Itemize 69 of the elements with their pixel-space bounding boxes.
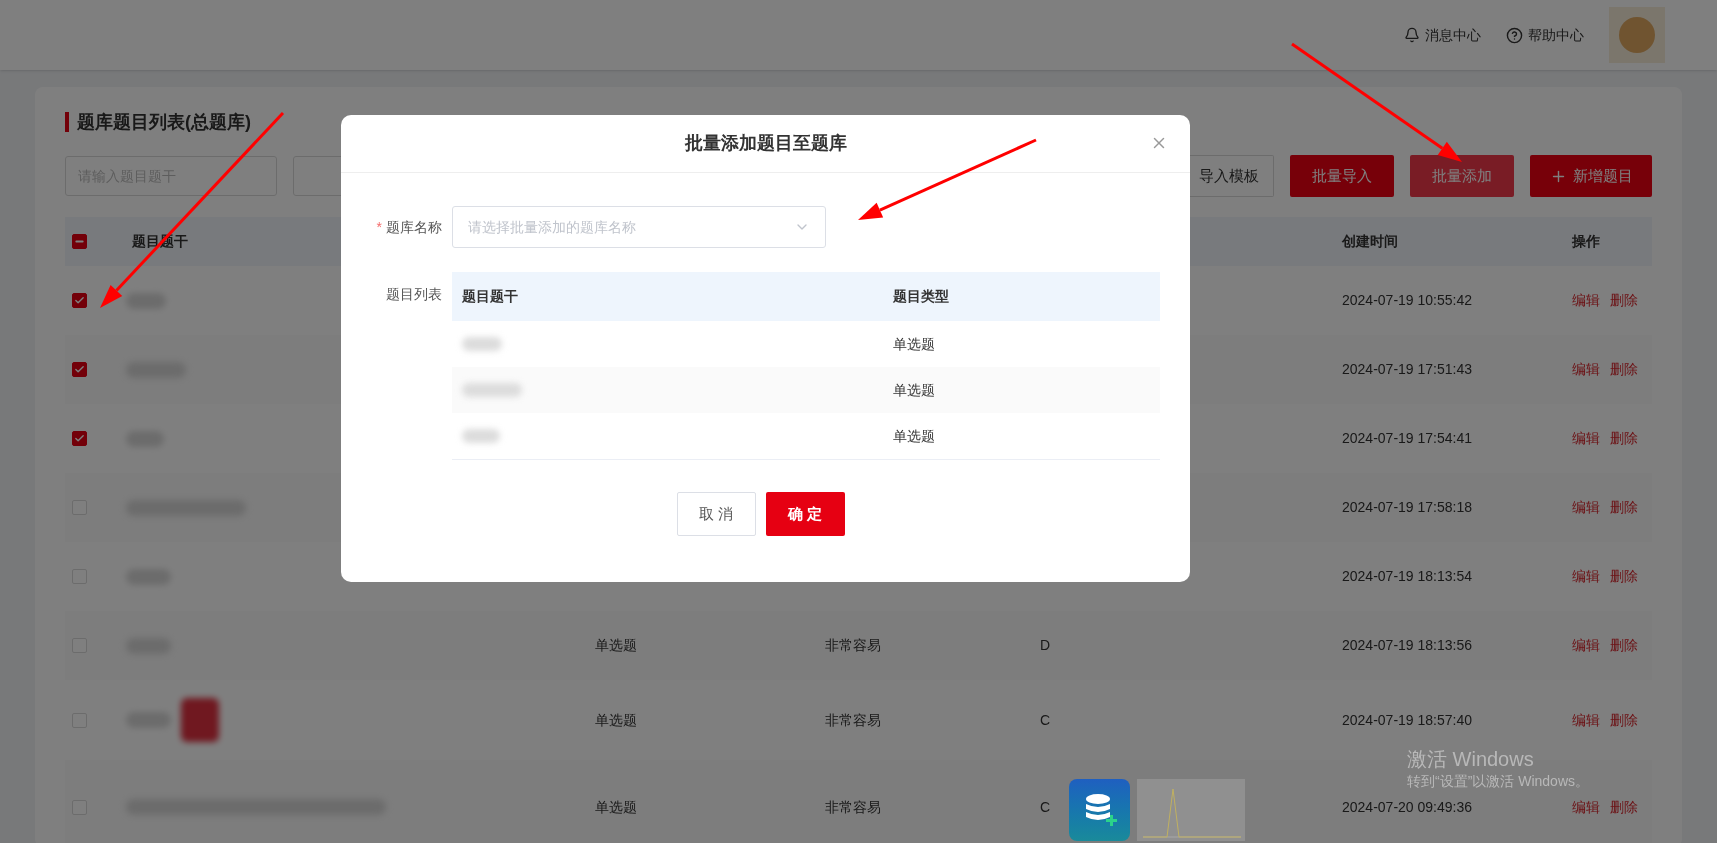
table-cell-text: C	[1039, 797, 1051, 817]
delete-link[interactable]: 删除	[1610, 566, 1638, 587]
table-cell-text: 2024-07-19 17:51:43	[1341, 360, 1472, 379]
table-cell-text: D	[1039, 636, 1051, 655]
edit-link[interactable]: 编辑	[1572, 796, 1600, 818]
table-cell-text: 单选题	[892, 380, 935, 400]
field-label: 题库名称	[386, 217, 442, 237]
delete-link[interactable]: 删除	[1610, 290, 1638, 311]
edit-link[interactable]: 编辑	[1572, 497, 1600, 518]
checkbox[interactable]	[72, 293, 87, 308]
column-header: 题目类型	[892, 287, 949, 306]
activation-text: 转到“设置”以激活 Windows。	[1407, 772, 1589, 790]
activation-title: 激活 Windows	[1407, 747, 1534, 772]
field-label: 题目列表	[386, 285, 442, 304]
check-icon	[74, 364, 85, 375]
table-cell-text: 2024-07-19 10:55:42	[1341, 291, 1472, 310]
check-icon	[74, 295, 85, 306]
edit-link[interactable]: 编辑	[1572, 709, 1600, 731]
toolbar-button[interactable]: 新增题目	[1530, 155, 1652, 197]
column-header: 创建时间	[1341, 232, 1398, 251]
table-cell-text: 2024-07-19 17:58:18	[1341, 498, 1472, 517]
column-header: 题目题干	[461, 287, 518, 306]
table-cell-text: 2024-07-19 18:13:56	[1341, 636, 1472, 655]
header-link[interactable]: 帮助中心	[1506, 24, 1584, 46]
column-header: 操作	[1571, 232, 1600, 251]
delete-link[interactable]: 删除	[1610, 796, 1638, 818]
table-cell-text: 单选题	[892, 426, 935, 446]
dialog-button[interactable]: 确 定	[765, 492, 845, 536]
edit-link[interactable]: 编辑	[1572, 428, 1600, 449]
table-cell-text: 2024-07-19 18:57:40	[1341, 710, 1472, 730]
edit-link[interactable]: 编辑	[1572, 566, 1600, 587]
header-link[interactable]: 消息中心	[1404, 24, 1481, 46]
table-cell-text: 单选题	[594, 636, 637, 655]
table-cell-text: C	[1039, 710, 1051, 730]
floating-app-icon[interactable]	[1069, 779, 1130, 841]
table-cell-text: 单选题	[594, 797, 637, 817]
dialog-title: 批量添加题目至题库	[684, 132, 847, 155]
delete-link[interactable]: 删除	[1610, 428, 1638, 449]
blurred-text	[462, 383, 522, 397]
table-cell-text: 2024-07-19 18:13:54	[1341, 567, 1472, 586]
page-title: 题库题目列表(总题库)	[77, 110, 251, 134]
edit-link[interactable]: 编辑	[1572, 290, 1600, 311]
checkbox[interactable]	[72, 362, 87, 377]
edit-link[interactable]: 编辑	[1572, 635, 1600, 656]
avatar[interactable]	[1609, 7, 1665, 63]
toolbar-button[interactable]: 批量添加	[1410, 155, 1514, 197]
delete-link[interactable]: 删除	[1610, 709, 1638, 731]
toolbar-button[interactable]: 批量导入	[1290, 155, 1394, 197]
blurred-text	[462, 429, 500, 443]
help-icon	[1506, 26, 1523, 44]
check-icon	[74, 433, 85, 444]
table-cell-text: 非常容易	[824, 636, 881, 655]
table-cell-text: 2024-07-19 17:54:41	[1341, 429, 1472, 448]
checkbox[interactable]	[72, 431, 87, 446]
bell-icon	[1404, 27, 1420, 43]
blurred-text	[462, 337, 502, 351]
table-cell-text: 单选题	[892, 334, 935, 354]
bank-select[interactable]: 请选择批量添加的题库名称	[452, 206, 826, 248]
delete-link[interactable]: 删除	[1610, 635, 1638, 656]
edit-link[interactable]: 编辑	[1572, 359, 1600, 380]
required-mark: *	[376, 217, 382, 237]
dialog-button[interactable]: 取 消	[676, 492, 756, 536]
table-cell-text: 2024-07-20 09:49:36	[1341, 797, 1472, 817]
checkbox[interactable]	[72, 234, 87, 249]
delete-link[interactable]: 删除	[1610, 359, 1638, 380]
delete-link[interactable]: 删除	[1610, 497, 1638, 518]
table-cell-text: 非常容易	[824, 710, 881, 730]
table-cell-text: 单选题	[594, 710, 637, 730]
table-cell-text: 非常容易	[824, 797, 881, 817]
